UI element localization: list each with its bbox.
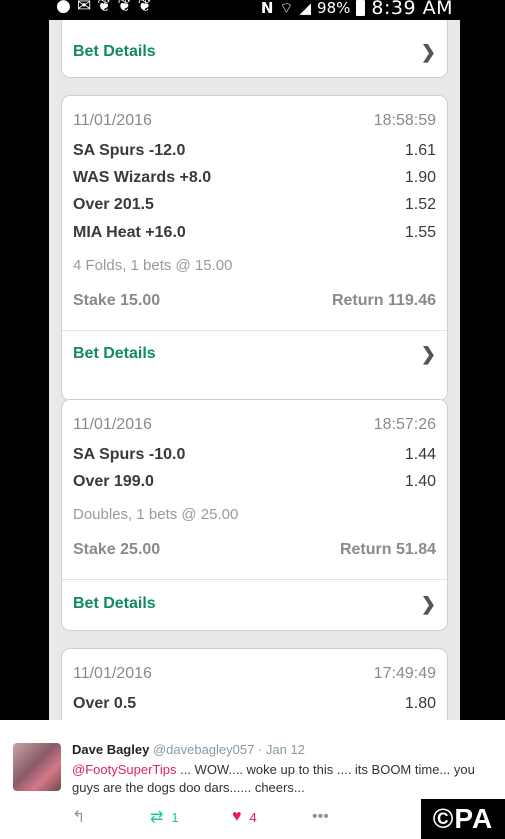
tweet-author-handle[interactable]: @davebagley057: [153, 742, 254, 757]
selection-name: Over 0.5: [73, 695, 137, 712]
bet-header: 11/01/2016 17:49:49: [73, 665, 436, 683]
selection-odds: 1.40: [404, 473, 436, 490]
stake-amount: Stake 15.00: [73, 292, 161, 309]
system-icons: N ⌔ ◢ 98% 8:39 AM: [261, 0, 453, 19]
selection-row: Over 199.0 1.40: [73, 473, 436, 491]
selection-odds: 1.55: [404, 224, 436, 241]
bet-header: 11/01/2016 18:58:59: [73, 112, 436, 130]
bet-card: 11/01/2016 18:58:59 SA Spurs -12.0 1.61 …: [61, 95, 448, 401]
bet-header: 11/01/2016 18:57:26: [73, 416, 436, 434]
bet-time: 17:49:49: [373, 665, 436, 682]
bet-info: 4 Folds, 1 bets @ 15.00: [73, 257, 436, 274]
bet-history-list[interactable]: Bet Details ❯ 11/01/2016 18:58:59 SA Spu…: [49, 20, 460, 720]
retweet-count: 1: [171, 809, 179, 825]
selection-name: SA Spurs -10.0: [73, 446, 186, 463]
battery-icon: [356, 0, 366, 16]
tweet-mention[interactable]: @FootySuperTips: [72, 762, 176, 777]
tweet-text: @FootySuperTips ... WOW.... woke up to t…: [72, 761, 492, 797]
clock: 8:39 AM: [371, 0, 453, 19]
bet-details-link[interactable]: Bet Details ❯: [73, 343, 436, 365]
selection-row: Over 201.5 1.52: [73, 196, 436, 214]
tweet-header: Dave Bagley @davebagley057 · Jan 12: [72, 742, 305, 757]
selection-name: Over 199.0: [73, 473, 154, 490]
divider: [62, 579, 447, 580]
selection-odds: 1.52: [404, 196, 436, 213]
selection-row: WAS Wizards +8.0 1.90: [73, 169, 436, 187]
twitter-icon: ❦: [137, 0, 152, 16]
bet-time: 18:57:26: [373, 416, 436, 433]
bet-date: 11/01/2016: [73, 665, 152, 682]
selection-odds: 1.80: [404, 695, 436, 712]
selection-name: SA Spurs -12.0: [73, 142, 186, 159]
stake-return-row: Stake 25.00 Return 51.84: [73, 541, 436, 559]
status-bar: ● ✉ ❦ ❦ ❦ N ⌔ ◢ 98% 8:39 AM: [0, 0, 505, 20]
tweet-author-name[interactable]: Dave Bagley: [72, 742, 149, 757]
bet-card: Bet Details ❯: [61, 20, 448, 78]
selection-name: MIA Heat +16.0: [73, 224, 186, 241]
bet-date: 11/01/2016: [73, 112, 152, 129]
return-amount: Return 51.84: [339, 541, 436, 558]
tweet-actions: ↰ ⇄ 1 ♥ 4 •••: [72, 807, 329, 827]
retweet-button[interactable]: ⇄ 1: [150, 807, 232, 827]
screenshot-frame: ● ✉ ❦ ❦ ❦ N ⌔ ◢ 98% 8:39 AM Bet Details …: [0, 0, 505, 839]
retweet-icon: ⇄: [150, 809, 164, 826]
wifi-icon: ⌔: [279, 0, 294, 17]
bet-details-label: Bet Details: [73, 43, 156, 60]
selection-odds: 1.61: [404, 142, 436, 159]
twitter-icon: ❦: [117, 0, 132, 16]
selection-odds: 1.44: [404, 446, 436, 463]
chevron-right-icon: ❯: [420, 593, 436, 614]
selection-row: SA Spurs -10.0 1.44: [73, 446, 436, 464]
chat-icon: ●: [56, 0, 71, 16]
chevron-right-icon: ❯: [420, 41, 436, 62]
return-amount: Return 119.46: [331, 292, 436, 309]
stake-amount: Stake 25.00: [73, 541, 161, 558]
chevron-right-icon: ❯: [420, 343, 436, 364]
selection-row: MIA Heat +16.0 1.55: [73, 224, 436, 242]
tweet-date[interactable]: · Jan 12: [254, 742, 305, 757]
bet-time: 18:58:59: [373, 112, 436, 129]
selection-name: WAS Wizards +8.0: [73, 169, 212, 186]
watermark: ©PA: [421, 799, 505, 839]
bet-info: Doubles, 1 bets @ 25.00: [73, 506, 436, 523]
more-icon: •••: [312, 808, 329, 825]
bet-details-label: Bet Details: [73, 595, 156, 612]
divider: [62, 330, 447, 331]
selection-odds: 1.90: [404, 169, 436, 186]
heart-icon: ♥: [232, 808, 242, 825]
bet-card: 11/01/2016 17:49:49 Over 0.5 1.80: [61, 648, 448, 720]
more-button[interactable]: •••: [312, 808, 329, 826]
signal-icon: ◢: [299, 0, 312, 17]
twitter-icon: ❦: [97, 0, 112, 16]
battery-percent: 98%: [317, 0, 351, 17]
mail-icon: ✉: [76, 0, 92, 16]
like-count: 4: [249, 809, 257, 825]
bet-info-text: Doubles, 1 bets @ 25.00: [73, 506, 239, 523]
reply-button[interactable]: ↰: [72, 807, 150, 827]
nfc-icon: N: [260, 0, 274, 17]
like-button[interactable]: ♥ 4: [232, 808, 312, 826]
bet-card: 11/01/2016 18:57:26 SA Spurs -10.0 1.44 …: [61, 399, 448, 631]
reply-icon: ↰: [72, 809, 86, 826]
stake-return-row: Stake 15.00 Return 119.46: [73, 292, 436, 310]
bet-details-link[interactable]: Bet Details ❯: [73, 593, 436, 615]
selection-row: SA Spurs -12.0 1.61: [73, 142, 436, 160]
bet-details-label: Bet Details: [73, 345, 156, 362]
notification-icons: ● ✉ ❦ ❦ ❦: [56, 0, 152, 16]
bet-date: 11/01/2016: [73, 416, 152, 433]
selection-name: Over 201.5: [73, 196, 154, 213]
bet-details-link[interactable]: Bet Details ❯: [73, 41, 436, 63]
avatar[interactable]: [13, 743, 61, 791]
selection-row: Over 0.5 1.80: [73, 695, 436, 713]
bet-info-text: 4 Folds, 1 bets @ 15.00: [73, 257, 233, 274]
